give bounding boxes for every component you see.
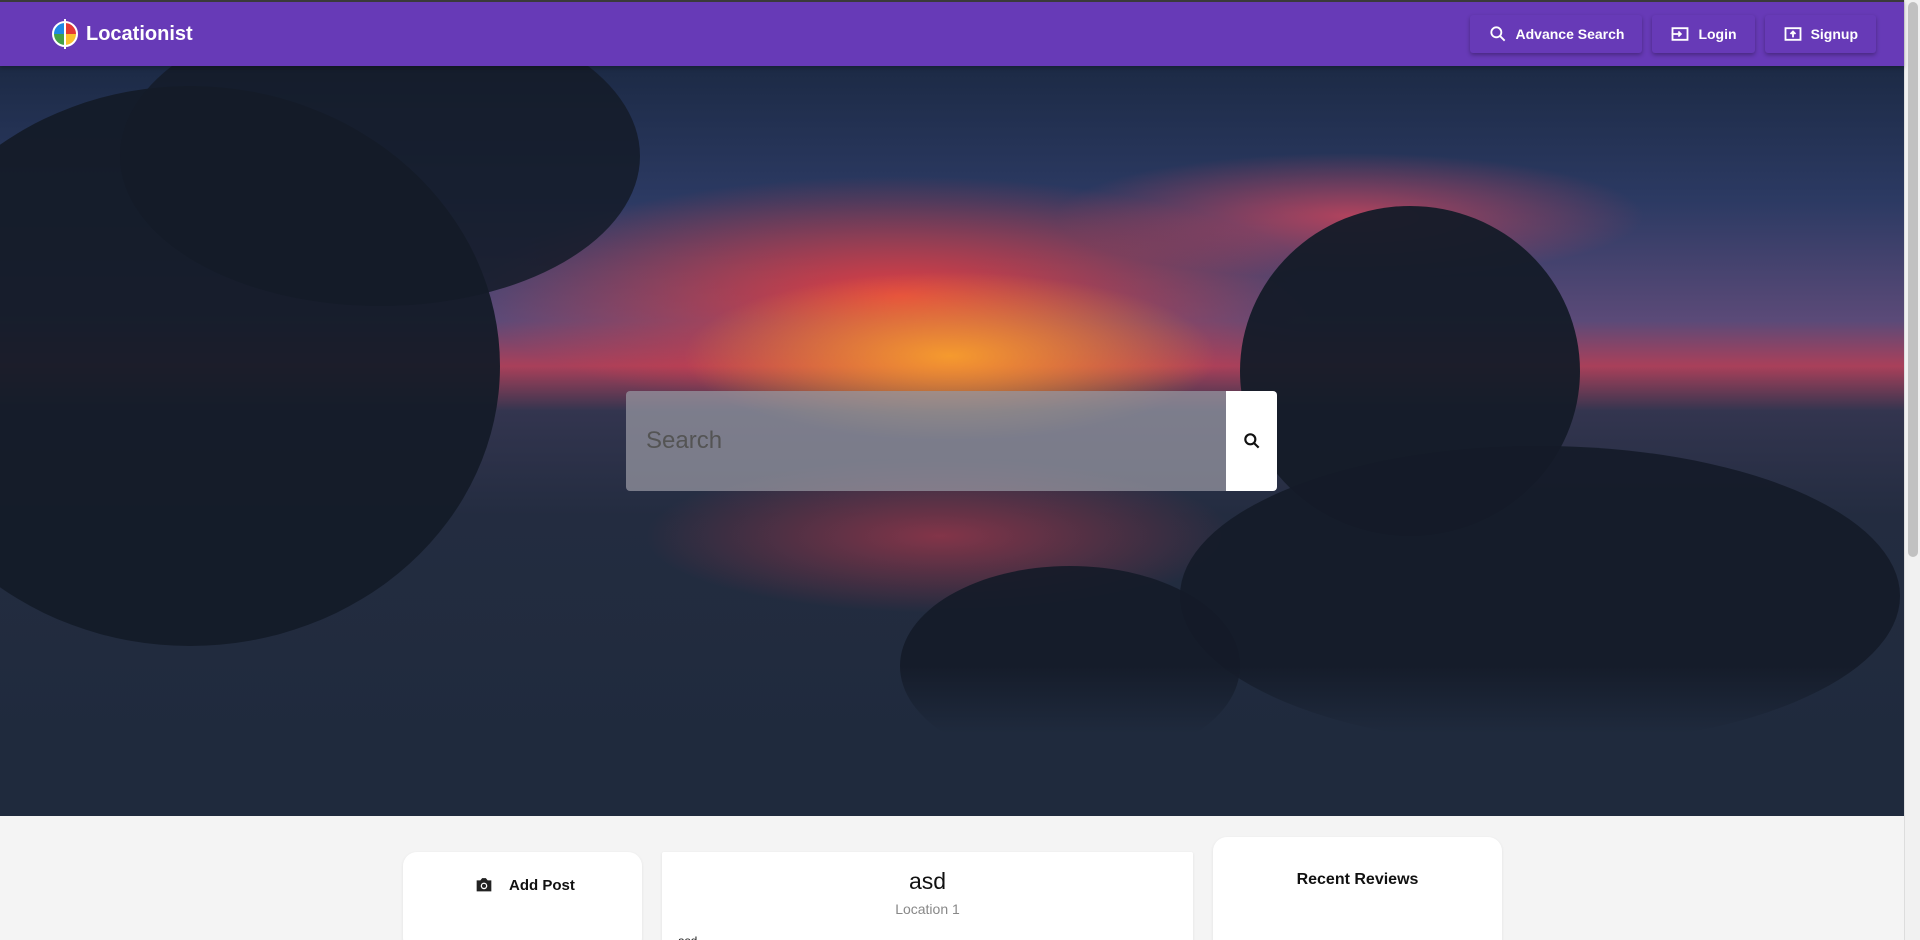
advance-search-label: Advance Search [1515,26,1625,42]
top-app-bar: Locationist Advance Search Login Signup [0,0,1904,66]
add-post-card[interactable]: Add Post [403,852,642,940]
login-button[interactable]: Login [1652,15,1755,53]
page-scrollbar[interactable] [1904,0,1920,940]
signup-icon [1784,27,1801,41]
logo-icon [52,21,78,47]
scrollbar-thumb[interactable] [1908,2,1918,557]
hero-shore [0,666,1904,816]
hero-search [626,391,1277,491]
add-post-label: Add Post [509,876,575,894]
brand[interactable]: Locationist [52,21,193,47]
login-icon [1672,27,1689,41]
post-body: asd [678,934,697,940]
signup-button[interactable]: Signup [1764,15,1876,53]
search-input[interactable] [626,391,1226,491]
search-icon [1243,433,1259,449]
search-icon [1489,26,1505,42]
post-title: asd [908,868,947,894]
post-card[interactable]: asd Location 1 asd [662,852,1193,940]
brand-name: Locationist [86,22,193,45]
search-button[interactable] [1226,391,1277,491]
post-location: Location 1 [895,901,960,917]
nav-buttons: Advance Search Login Signup [1469,15,1876,53]
signup-label: Signup [1810,26,1858,42]
recent-reviews-card: Recent Reviews [1213,837,1502,940]
recent-reviews-title: Recent Reviews [1296,871,1419,888]
login-label: Login [1698,26,1737,42]
advance-search-button[interactable]: Advance Search [1469,15,1643,53]
camera-icon [476,878,492,892]
